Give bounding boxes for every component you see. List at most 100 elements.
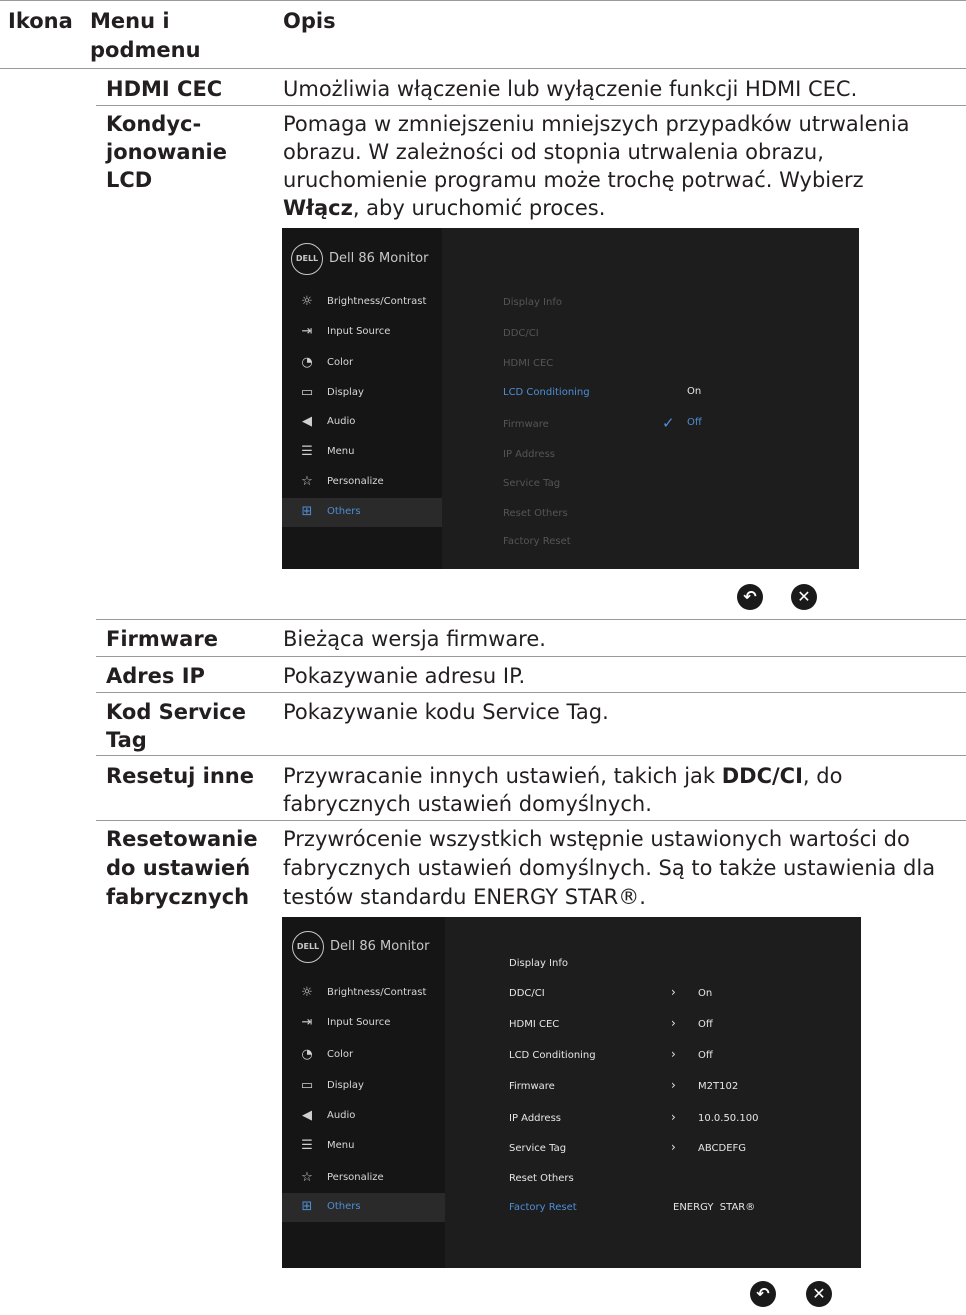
val-ddc: On: [698, 988, 713, 999]
dell-logo-icon-2: DELL: [292, 931, 324, 963]
desc-factory-1: Przywrócenie wszystkich wstępnie ustawio…: [283, 827, 910, 851]
osd-item-personalize[interactable]: ☆ Personalize: [282, 468, 442, 497]
brightness-icon: ☼: [301, 294, 313, 309]
personalize-icon: ☆: [301, 1170, 313, 1185]
header-desc-col: Opis: [283, 9, 336, 33]
check-icon: ✓: [662, 414, 675, 432]
color-icon: ◔: [301, 355, 313, 370]
personalize-icon: ☆: [301, 474, 313, 489]
val-service-tag: ABCDEFG: [698, 1143, 747, 1154]
back-button-2[interactable]: ↶: [750, 1281, 776, 1307]
header-menu-col: Menu i: [90, 9, 170, 33]
lcd-option-on[interactable]: On: [687, 386, 701, 397]
term-firmware: Firmware: [106, 627, 218, 651]
menu-icon: ☰: [301, 444, 313, 459]
osd-item-display[interactable]: ▭ Display: [282, 379, 442, 408]
term-hdmi-cec: HDMI CEC: [106, 77, 223, 101]
osd-item-color[interactable]: ◔ Color: [282, 349, 442, 378]
chevron-right-icon: ›: [671, 1016, 676, 1030]
osd2-item-input[interactable]: ⇥ Input Source: [282, 1009, 445, 1038]
desc-factory-3: testów standardu ENERGY STAR®.: [283, 885, 646, 909]
osd-opt-firmware[interactable]: Firmware: [503, 419, 549, 430]
desc-reset-others-2: fabrycznych ustawień domyślnych.: [283, 792, 652, 816]
dell-logo-icon: DELL: [291, 243, 323, 275]
term-ip: Adres IP: [106, 664, 205, 688]
osd-screenshot-lcd: DELL Dell 86 Monitor ☼ Brightness/Contras…: [282, 228, 859, 569]
osd-item-input[interactable]: ⇥ Input Source: [282, 318, 442, 347]
chevron-right-icon: ›: [671, 1047, 676, 1061]
term-lcd-1: Kondyc-: [106, 112, 202, 136]
desc-firmware: Bieżąca wersja firmware.: [283, 627, 546, 651]
desc-service: Pokazywanie kodu Service Tag.: [283, 700, 609, 724]
osd2-opt-reset-others[interactable]: Reset Others: [509, 1173, 574, 1184]
input-source-icon: ⇥: [301, 1015, 313, 1030]
header-menu-col-2: podmenu: [90, 38, 201, 62]
audio-icon: ◀: [302, 1108, 312, 1123]
osd-model-2: Dell 86 Monitor: [330, 939, 430, 954]
term-service-1: Kod Service: [106, 700, 246, 724]
others-icon: ⊞: [301, 1199, 313, 1214]
chevron-right-icon: ›: [671, 1140, 676, 1154]
desc-factory-2: fabrycznych ustawień domyślnych. Są to t…: [283, 856, 936, 880]
chevron-right-icon: ›: [671, 1078, 676, 1092]
osd-opt-ip[interactable]: IP Address: [503, 449, 555, 460]
term-factory-1: Resetowanie: [106, 827, 258, 851]
osd2-opt-display-info[interactable]: Display Info: [509, 958, 568, 969]
val-lcd: Off: [698, 1050, 713, 1061]
osd-item-brightness[interactable]: ☼ Brightness/Contrast: [282, 288, 442, 317]
desc-lcd-1: Pomaga w zmniejszeniu mniejszych przypad…: [283, 112, 910, 136]
close-button[interactable]: ✕: [791, 584, 817, 610]
osd2-item-color[interactable]: ◔ Color: [282, 1041, 445, 1070]
desc-lcd-3: uruchomienie programu może trochę potrwa…: [283, 168, 864, 192]
term-factory-3: fabrycznych: [106, 885, 250, 909]
osd2-opt-ip[interactable]: IP Address: [509, 1113, 561, 1124]
osd-screenshot-factory: DELL Dell 86 Monitor ☼ Brightness/Contras…: [282, 917, 861, 1268]
brightness-icon: ☼: [301, 985, 313, 1000]
osd2-opt-factory[interactable]: Factory Reset: [509, 1202, 577, 1213]
desc-reset-bold: DDC/CI: [721, 764, 803, 788]
audio-icon: ◀: [302, 414, 312, 429]
chevron-right-icon: ›: [671, 985, 676, 999]
term-lcd-2: jonowanie: [106, 140, 227, 164]
osd-item-audio[interactable]: ◀ Audio: [282, 408, 442, 437]
osd2-item-personalize[interactable]: ☆ Personalize: [282, 1164, 445, 1193]
term-factory-2: do ustawień: [106, 856, 251, 880]
osd2-item-audio[interactable]: ◀ Audio: [282, 1102, 445, 1131]
osd2-item-brightness[interactable]: ☼ Brightness/Contrast: [282, 979, 445, 1008]
chevron-right-icon: ›: [671, 1110, 676, 1124]
osd2-opt-firmware[interactable]: Firmware: [509, 1081, 555, 1092]
osd-model: Dell 86 Monitor: [329, 251, 429, 266]
val-ip: 10.0.50.100: [698, 1113, 759, 1124]
desc-hdmi-cec: Umożliwia włączenie lub wyłączenie funkc…: [283, 77, 858, 101]
desc-lcd-4: Włącz, aby uruchomić proces.: [283, 195, 953, 221]
osd-opt-factory[interactable]: Factory Reset: [503, 536, 571, 547]
desc-lcd-rest: , aby uruchomić proces.: [352, 196, 606, 220]
close-button-2[interactable]: ✕: [806, 1281, 832, 1307]
osd2-opt-lcd[interactable]: LCD Conditioning: [509, 1050, 596, 1061]
lcd-option-off[interactable]: Off: [687, 417, 702, 428]
osd-opt-display-info[interactable]: Display Info: [503, 297, 562, 308]
osd2-item-others[interactable]: ⊞ Others: [282, 1193, 445, 1222]
term-service-2: Tag: [106, 728, 147, 752]
osd2-item-menu[interactable]: ☰ Menu: [282, 1132, 445, 1161]
osd-opt-ddc[interactable]: DDC/CI: [503, 328, 539, 339]
osd2-item-display[interactable]: ▭ Display: [282, 1072, 445, 1101]
others-icon: ⊞: [301, 504, 313, 519]
osd-item-menu[interactable]: ☰ Menu: [282, 438, 442, 467]
osd-opt-reset-others[interactable]: Reset Others: [503, 508, 568, 519]
osd-opt-lcd[interactable]: LCD Conditioning: [503, 387, 590, 398]
val-factory: ENERGY STAR®: [673, 1202, 756, 1213]
back-button[interactable]: ↶: [737, 584, 763, 610]
desc-ip: Pokazywanie adresu IP.: [283, 664, 526, 688]
desc-reset-others-1: Przywracanie innych ustawień, takich jak…: [283, 764, 843, 788]
term-lcd-3: LCD: [106, 168, 153, 192]
osd2-opt-hdmi[interactable]: HDMI CEC: [509, 1019, 559, 1030]
osd2-opt-ddc[interactable]: DDC/CI: [509, 988, 545, 999]
osd2-opt-service[interactable]: Service Tag: [509, 1143, 566, 1154]
osd-opt-hdmi[interactable]: HDMI CEC: [503, 358, 553, 369]
display-icon: ▭: [300, 1078, 314, 1093]
header-icon-col: Ikona: [8, 9, 73, 33]
osd-opt-service[interactable]: Service Tag: [503, 478, 560, 489]
osd-item-others[interactable]: ⊞ Others: [282, 498, 442, 527]
input-source-icon: ⇥: [301, 324, 313, 339]
